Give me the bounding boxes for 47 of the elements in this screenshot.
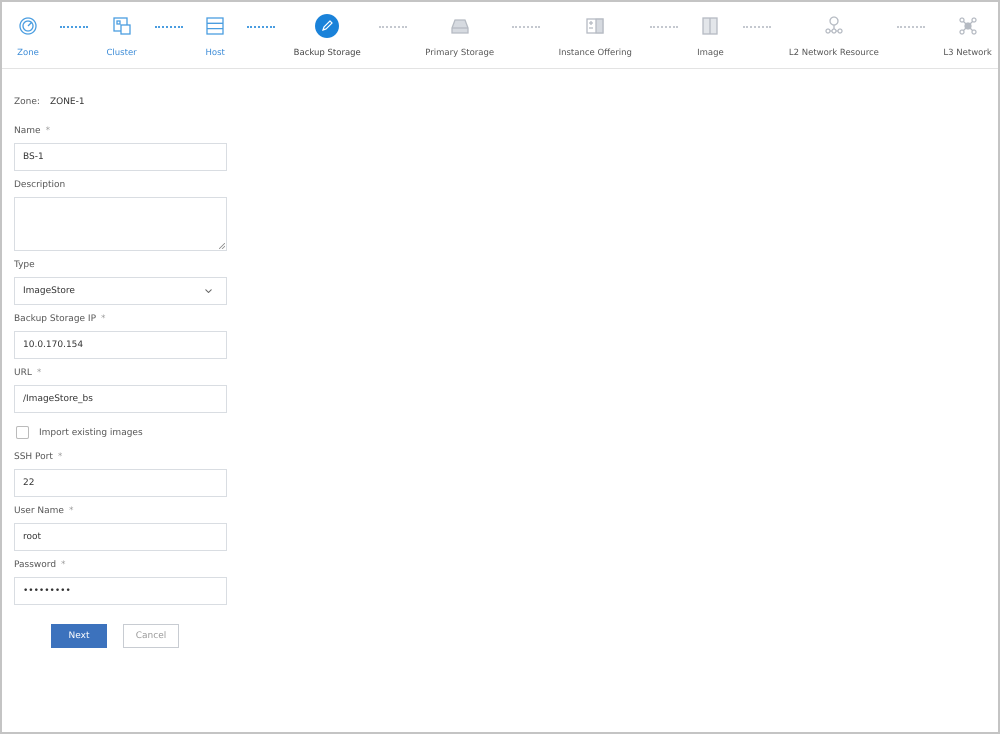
input-field[interactable]: 22 <box>14 469 227 497</box>
field-label: Name <box>14 126 41 136</box>
step-label[interactable]: Instance Offering <box>558 48 632 58</box>
pencil-icon[interactable] <box>313 12 342 40</box>
input-field[interactable]: 10.0.170.154 <box>14 331 227 359</box>
input-field[interactable]: root <box>14 523 227 551</box>
required-mark: * <box>101 314 106 324</box>
required-mark: * <box>36 368 42 378</box>
chevron-down-icon <box>205 289 212 293</box>
zone-label: Zone: <box>14 97 40 107</box>
field-label: Description <box>14 180 66 190</box>
step-connector <box>512 26 540 28</box>
field-label: URL <box>14 368 32 378</box>
password-field[interactable]: ••••••••• <box>14 577 227 605</box>
field-label: SSH Port <box>14 452 53 462</box>
step-connector <box>897 26 926 28</box>
checkbox-label[interactable]: Import existing images <box>39 428 143 438</box>
next-button[interactable]: Next <box>51 624 107 648</box>
step-connector <box>154 26 183 28</box>
step-connector <box>742 26 771 28</box>
step-label[interactable]: L2 Network Resource <box>788 48 879 58</box>
checkbox[interactable] <box>16 426 29 439</box>
step-connector <box>650 26 678 28</box>
step-label[interactable]: Cluster <box>106 48 137 58</box>
step-label[interactable]: Image <box>697 48 724 58</box>
required-mark: * <box>68 506 74 516</box>
zone-value: ZONE-1 <box>50 97 85 107</box>
step-label[interactable]: Backup Storage <box>294 48 361 58</box>
field-label: Backup Storage IP <box>14 314 96 324</box>
field-label: User Name <box>14 506 64 516</box>
step-label[interactable]: Primary Storage <box>425 48 494 58</box>
step-connector <box>60 26 88 28</box>
field-label: Type <box>14 260 35 270</box>
step-label[interactable]: Host <box>205 48 225 58</box>
step-connector <box>379 26 408 28</box>
step-label[interactable]: Zone <box>17 48 39 58</box>
description-field[interactable] <box>14 197 227 251</box>
field-label: Password <box>14 560 56 570</box>
type-select[interactable]: ImageStore <box>14 277 227 305</box>
input-field[interactable]: /ImageStore_bs <box>14 385 227 413</box>
required-mark: * <box>58 452 62 462</box>
resize-grip-icon[interactable] <box>219 243 225 249</box>
input-field[interactable]: BS-1 <box>14 143 227 171</box>
step-connector <box>247 26 276 28</box>
required-mark: * <box>61 560 66 570</box>
required-mark: * <box>46 126 50 136</box>
step-label[interactable]: L3 Network <box>943 48 992 58</box>
